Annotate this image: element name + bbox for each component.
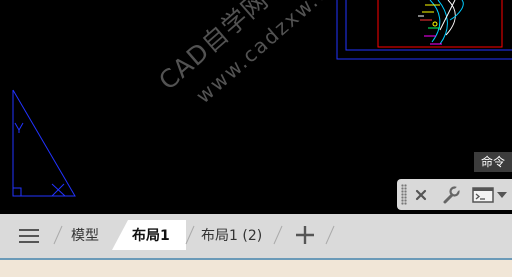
chevron-down-icon[interactable] [495, 182, 509, 207]
status-bar [0, 258, 512, 277]
plus-icon[interactable] [294, 224, 316, 246]
tab-layout1-copy[interactable]: 布局1 (2) [201, 224, 262, 248]
tab-layout1[interactable]: 布局1 [132, 224, 170, 248]
command-tooltip: 命令 [474, 152, 512, 172]
grip-icon[interactable] [401, 184, 407, 205]
command-line-toolbar [397, 179, 512, 210]
hamburger-menu-icon[interactable] [18, 225, 40, 247]
close-icon[interactable] [411, 182, 431, 207]
detail-sketch [418, 0, 464, 45]
wrench-icon[interactable] [439, 182, 463, 207]
triangle-drawing [12, 89, 76, 197]
command-line-icon[interactable] [471, 182, 495, 207]
tab-model[interactable]: 模型 [71, 224, 99, 248]
layout-tab-bar: 模型 布局1 布局1 (2) [0, 214, 512, 258]
drawing-viewport[interactable]: CAD自学网 www.cadzxw.com 命令 [0, 0, 512, 214]
layout-viewport-frames [336, 0, 512, 60]
